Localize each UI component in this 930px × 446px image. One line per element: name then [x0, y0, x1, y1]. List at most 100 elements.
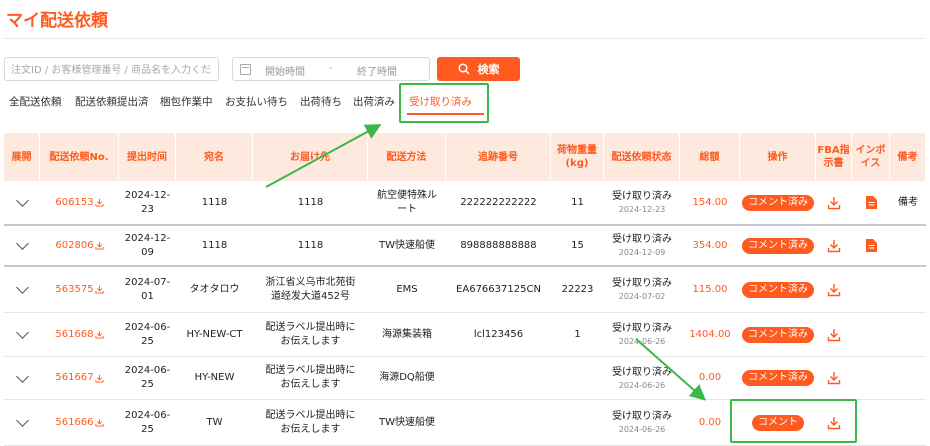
submit-date: 2024-06-25 — [124, 321, 171, 347]
expand-toggle[interactable] — [4, 181, 40, 224]
fba-download — [816, 313, 852, 356]
total-amount: 0.00 — [698, 372, 722, 383]
package-weight: 11 — [571, 196, 584, 208]
delivery-address: 配送ラベル提出時にお伝えします — [265, 365, 356, 390]
order-number-link[interactable]: 561667 — [55, 371, 93, 385]
order-number-link[interactable]: 561668 — [55, 328, 93, 342]
shipping-method: TW快速船便 — [379, 416, 435, 428]
tab-submitted[interactable]: 配送依頼提出済 — [75, 94, 149, 109]
note-cell — [890, 226, 926, 265]
recipient-name: HY-NEW-CT — [186, 328, 243, 340]
submit-date: 2024-06-25 — [124, 409, 171, 435]
tab-shipped[interactable]: 出荷済み — [353, 94, 395, 109]
chevron-down-icon — [15, 194, 29, 207]
actions-cell: コメント — [740, 400, 816, 445]
download-icon[interactable] — [95, 241, 104, 250]
tab-all[interactable]: 全配送依頼 — [9, 94, 62, 109]
order-number-link[interactable]: 561666 — [55, 416, 93, 430]
download-icon[interactable] — [827, 371, 841, 385]
fba-download — [816, 267, 852, 312]
download-icon[interactable] — [827, 196, 841, 210]
download-icon[interactable] — [95, 418, 104, 427]
total-amount: 354.00 — [692, 239, 728, 251]
comment-button[interactable]: コメント済み — [742, 237, 814, 254]
tab-awaiting-shipment[interactable]: 出荷待ち — [300, 94, 342, 109]
col-note: 備考 — [890, 133, 926, 181]
chevron-down-icon — [15, 281, 29, 294]
end-time-field[interactable]: 終了時間 — [357, 63, 397, 78]
delivery-address: 浙江省义乌市北苑街道经发大道452号 — [265, 276, 356, 302]
col-invoice: インボ イス — [852, 133, 890, 181]
tracking-number: 222222222222 — [460, 196, 537, 208]
fba-download — [816, 357, 852, 399]
table-row: 561666 2024-06-25 TW 配送ラベル提出時にお伝えします TW快速船便 受… — [4, 400, 926, 446]
order-status: 受け取り済み 2024-06-26 — [612, 366, 672, 390]
table-header: 展開 配送依頼No. 提出时间 宛名 お届け先 配送方法 追跡番号 荷物重量 (… — [4, 133, 926, 181]
shipping-method: 海源DQ船便 — [379, 372, 435, 383]
search-button-label: 検索 — [477, 63, 500, 76]
tab-received[interactable]: 受け取り済み — [409, 94, 472, 109]
comment-button[interactable]: コメント — [752, 414, 804, 431]
tab-packing[interactable]: 梱包作業中 — [160, 94, 213, 109]
expand-toggle[interactable] — [4, 313, 40, 356]
expand-toggle[interactable] — [4, 357, 40, 399]
start-time-field[interactable]: 開始時間 — [265, 63, 305, 78]
download-icon[interactable] — [95, 330, 104, 339]
document-icon[interactable] — [865, 239, 877, 252]
order-status: 受け取り済み 2024-06-26 — [612, 323, 672, 346]
expand-toggle[interactable] — [4, 267, 40, 312]
download-icon[interactable] — [827, 328, 841, 342]
tab-awaiting-payment[interactable]: お支払い待ち — [225, 94, 288, 109]
order-search-field[interactable] — [4, 57, 219, 82]
order-number: 561667 — [40, 357, 119, 399]
download-icon[interactable] — [827, 283, 841, 297]
total-amount: 115.00 — [692, 283, 728, 295]
search-button[interactable]: 検索 — [437, 57, 520, 81]
date-range-picker[interactable]: 開始時間 - 終了時間 — [232, 57, 430, 81]
note-cell — [890, 267, 926, 312]
chevron-down-icon — [15, 326, 29, 339]
order-number-link[interactable]: 606153 — [55, 196, 93, 210]
invoice-cell — [852, 181, 890, 224]
note-cell: 備考 — [898, 196, 918, 208]
download-icon[interactable] — [95, 285, 104, 294]
document-icon[interactable] — [865, 196, 877, 209]
recipient-name: 1118 — [201, 196, 228, 208]
actions-cell: コメント済み — [740, 313, 816, 356]
invoice-cell — [852, 226, 890, 265]
col-tracking: 追跡番号 — [446, 133, 551, 181]
expand-toggle[interactable] — [4, 226, 40, 265]
order-number: 561668 — [40, 313, 119, 356]
chevron-down-icon — [15, 369, 29, 383]
comment-button[interactable]: コメント済み — [742, 326, 814, 343]
table-row: 561668 2024-06-25 HY-NEW-CT 配送ラベル提出時にお伝えします… — [4, 313, 926, 357]
order-number: 602806 — [40, 226, 119, 265]
delivery-address: 1118 — [297, 196, 324, 208]
comment-button[interactable]: コメント済み — [742, 370, 814, 386]
package-weight — [551, 400, 604, 445]
order-search-input[interactable] — [5, 59, 218, 82]
shipping-method: 航空便特殊ルート — [377, 189, 437, 215]
package-weight — [551, 357, 604, 399]
expand-toggle[interactable] — [4, 400, 40, 445]
download-icon[interactable] — [827, 239, 841, 253]
order-number-link[interactable]: 602806 — [55, 239, 93, 253]
date-range-separator: - — [329, 63, 333, 74]
comment-button[interactable]: コメント済み — [742, 281, 814, 298]
order-number: 563575 — [40, 267, 119, 312]
order-status: 受け取り済み 2024-06-26 — [612, 411, 672, 434]
order-number-link[interactable]: 563575 — [55, 283, 93, 297]
download-icon[interactable] — [95, 374, 104, 383]
table-row: 563575 2024-07-01 タオタロウ 浙江省义乌市北苑街道经发大道452号 E… — [4, 267, 926, 313]
recipient-name: TW — [206, 416, 223, 428]
download-icon[interactable] — [827, 416, 841, 430]
order-number: 606153 — [40, 181, 119, 224]
comment-button[interactable]: コメント済み — [742, 194, 814, 211]
note-cell — [890, 357, 926, 399]
tracking-number — [446, 357, 551, 399]
download-icon[interactable] — [95, 198, 104, 207]
active-tab-indicator — [407, 113, 484, 115]
col-weight: 荷物重量 (kg) — [551, 133, 604, 181]
chevron-down-icon — [15, 237, 29, 250]
table-row: 561667 2024-06-25 HY-NEW 配送ラベル提出時にお伝えします 海源D… — [4, 357, 926, 400]
